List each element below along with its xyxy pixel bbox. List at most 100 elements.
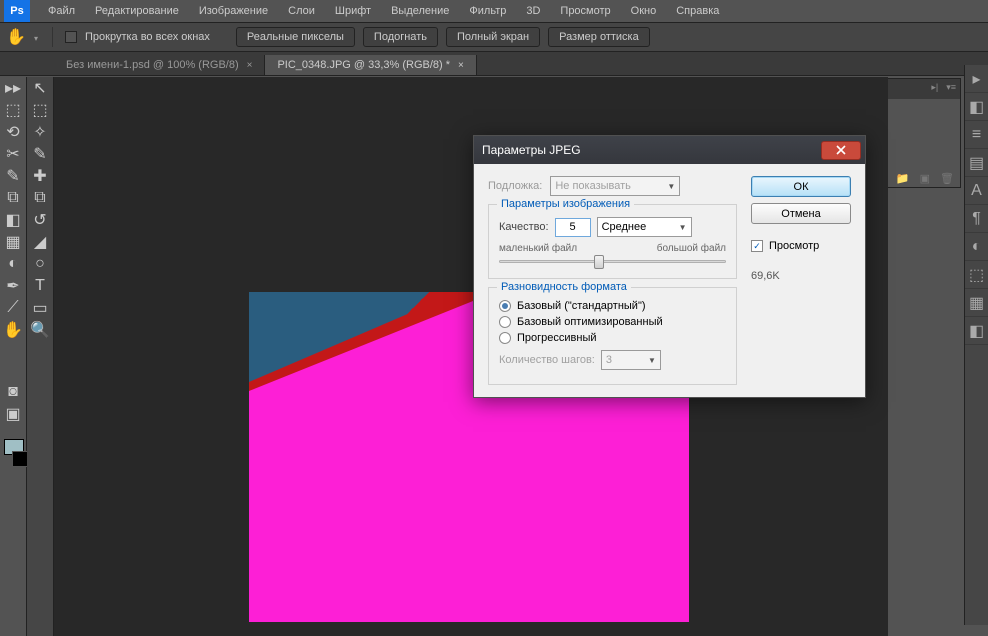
gradient-tool-icon[interactable]: ▦: [0, 231, 26, 253]
panel-icon[interactable]: ◧: [965, 317, 988, 345]
tab-close-icon[interactable]: ×: [458, 60, 464, 71]
heal-tool-icon[interactable]: ✚: [27, 165, 53, 187]
panel-icon[interactable]: ▤: [965, 149, 988, 177]
hand-tool-icon[interactable]: ✋: [0, 319, 26, 341]
fit-screen-button[interactable]: Подогнать: [363, 27, 438, 47]
menu-help[interactable]: Справка: [666, 5, 729, 17]
dodge-tool-icon[interactable]: ◐: [0, 253, 26, 275]
document-tabbar: Без имени-1.psd @ 100% (RGB/8)× PIC_0348…: [0, 52, 988, 76]
clone-tool-icon[interactable]: ⧉: [0, 187, 26, 209]
new-action-icon[interactable]: ▣: [920, 172, 930, 185]
matte-dropdown[interactable]: Не показывать ▼: [550, 176, 680, 196]
format-options-group: Разновидность формата Базовый ("стандарт…: [488, 287, 737, 385]
close-icon: [836, 145, 846, 155]
zoom-tool-icon[interactable]: 🔍: [27, 319, 53, 341]
cancel-button[interactable]: Отмена: [751, 203, 851, 224]
panel-menu-icon[interactable]: ▾≡: [942, 79, 960, 99]
toolbox-sidebar-a: ▸▸ ⬚ ⟲ ✂ ✎ ⧉ ◧ ▦ ◐ ✒ ⟋ ✋ ◙ ▣: [0, 77, 27, 636]
panel-icon[interactable]: ≡: [965, 121, 988, 149]
chevron-down-icon: ▼: [667, 182, 675, 191]
bucket-tool-icon[interactable]: ◢: [27, 231, 53, 253]
trash-icon[interactable]: 🗑: [940, 172, 954, 185]
type-tool-icon[interactable]: T: [27, 275, 53, 297]
wand-tool-icon[interactable]: ✧: [27, 121, 53, 143]
collapse-icon[interactable]: ▸▸: [0, 77, 26, 99]
menu-filter[interactable]: Фильтр: [459, 5, 516, 17]
format-radio-baseline[interactable]: [499, 300, 511, 312]
arrow-tool-icon[interactable]: ↖: [27, 77, 53, 99]
document-tab-2[interactable]: PIC_0348.JPG @ 33,3% (RGB/8) * ×: [265, 55, 476, 75]
quickmask-icon[interactable]: ◙: [0, 381, 26, 403]
menu-window[interactable]: Окно: [621, 5, 667, 17]
close-button[interactable]: [821, 141, 861, 160]
separator: [52, 27, 53, 47]
tab-label: PIC_0348.JPG @ 33,3% (RGB/8) *: [277, 59, 450, 71]
menu-3d[interactable]: 3D: [516, 5, 550, 17]
canvas-shape: [249, 292, 459, 382]
path-tool-icon[interactable]: ⟋: [0, 297, 26, 319]
actual-pixels-button[interactable]: Реальные пикселы: [236, 27, 355, 47]
panel-icon[interactable]: ◐: [965, 233, 988, 261]
menubar: Ps Файл Редактирование Изображение Слои …: [0, 0, 988, 22]
panel-icon[interactable]: ▸: [965, 65, 988, 93]
menu-layers[interactable]: Слои: [278, 5, 325, 17]
full-screen-button[interactable]: Полный экран: [446, 27, 540, 47]
image-options-group: Параметры изображения Качество: Среднее …: [488, 204, 737, 279]
tool-dropdown-icon[interactable]: ▾: [34, 34, 40, 40]
menu-file[interactable]: Файл: [38, 5, 85, 17]
eraser-tool-icon[interactable]: ◧: [0, 209, 26, 231]
lasso-tool-icon[interactable]: ⟲: [0, 121, 26, 143]
history-brush-icon[interactable]: ↺: [27, 209, 53, 231]
scroll-all-label: Прокрутка во всех окнах: [85, 31, 210, 43]
dialog-title: Параметры JPEG: [482, 143, 821, 157]
print-size-button[interactable]: Размер оттиска: [548, 27, 650, 47]
menu-image[interactable]: Изображение: [189, 5, 278, 17]
menu-edit[interactable]: Редактирование: [85, 5, 189, 17]
shape-tool-icon[interactable]: ▭: [27, 297, 53, 319]
scroll-all-checkbox[interactable]: [65, 31, 77, 43]
format-option-label: Базовый ("стандартный"): [517, 300, 646, 312]
format-radio-optimized[interactable]: [499, 316, 511, 328]
slider-label-small: маленький файл: [499, 243, 577, 254]
crop-tool-icon[interactable]: ✂: [0, 143, 26, 165]
quality-preset-dropdown[interactable]: Среднее ▼: [597, 217, 692, 237]
move-tool-icon[interactable]: ⬚: [0, 99, 26, 121]
image-options-legend: Параметры изображения: [497, 198, 634, 210]
pen-tool-icon[interactable]: ✒: [0, 275, 26, 297]
panel-icon[interactable]: A: [965, 177, 988, 205]
quality-preset-value: Среднее: [602, 221, 647, 233]
blur-tool-icon[interactable]: ○: [27, 253, 53, 275]
right-panel-strip: ▸ ◧ ≡ ▤ A ¶ ◐ ⬚ ▦ ◧: [964, 65, 988, 625]
quality-input[interactable]: [555, 218, 591, 237]
slider-thumb[interactable]: [594, 255, 604, 269]
brush-tool-icon[interactable]: ✎: [0, 165, 26, 187]
new-set-icon[interactable]: 📁: [896, 172, 910, 185]
toolbox-sidebar-b: ↖ ⬚ ✧ ✎ ✚ ⧉ ↺ ◢ ○ T ▭ 🔍: [27, 77, 54, 636]
jpeg-options-dialog: Параметры JPEG Подложка: Не показывать ▼…: [473, 135, 866, 398]
hand-tool-icon[interactable]: ✋: [6, 28, 26, 46]
menu-view[interactable]: Просмотр: [550, 5, 620, 17]
chevron-down-icon: ▼: [679, 223, 687, 232]
stamp-tool-icon[interactable]: ⧉: [27, 187, 53, 209]
tab-close-icon[interactable]: ×: [247, 60, 253, 71]
chevron-down-icon: ▼: [648, 356, 656, 365]
marquee-tool-icon[interactable]: ⬚: [27, 99, 53, 121]
quality-slider[interactable]: [499, 254, 726, 268]
document-tab-1[interactable]: Без имени-1.psd @ 100% (RGB/8)×: [54, 55, 265, 75]
format-radio-progressive[interactable]: [499, 332, 511, 344]
screenmode-icon[interactable]: ▣: [0, 403, 26, 425]
panel-collapse-icon[interactable]: ▸|: [927, 79, 942, 99]
panel-icon[interactable]: ◧: [965, 93, 988, 121]
app-logo: Ps: [4, 0, 30, 22]
panel-icon[interactable]: ▦: [965, 289, 988, 317]
scans-label: Количество шагов:: [499, 354, 595, 366]
dialog-titlebar[interactable]: Параметры JPEG: [474, 136, 865, 164]
panel-icon[interactable]: ⬚: [965, 261, 988, 289]
ok-button[interactable]: ОК: [751, 176, 851, 197]
eyedrop-tool-icon[interactable]: ✎: [27, 143, 53, 165]
format-option-label: Прогрессивный: [517, 332, 597, 344]
preview-checkbox[interactable]: ✓: [751, 240, 763, 252]
menu-select[interactable]: Выделение: [381, 5, 459, 17]
panel-icon[interactable]: ¶: [965, 205, 988, 233]
menu-type[interactable]: Шрифт: [325, 5, 381, 17]
